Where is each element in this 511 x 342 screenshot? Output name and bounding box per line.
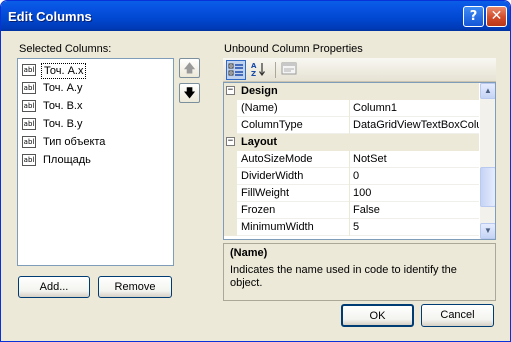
column-list-item[interactable]: abl Точ. А.x xyxy=(21,62,171,79)
column-name: Точ. А.y xyxy=(43,82,83,94)
property-row[interactable]: DividerWidth 0 xyxy=(224,168,479,185)
edit-columns-dialog: Edit Columns ? ✕ Selected Columns: abl То… xyxy=(0,0,511,342)
row-margin xyxy=(224,219,237,236)
scroll-thumb[interactable] xyxy=(480,167,495,207)
collapse-icon[interactable]: − xyxy=(226,137,235,146)
row-margin xyxy=(224,117,237,134)
column-name: Точ. В.y xyxy=(43,118,83,130)
property-row[interactable]: ColumnTypeDataGridViewTextBoxColumn xyxy=(224,117,479,134)
remove-button-label: Remove xyxy=(114,281,156,293)
dialog-content: Selected Columns: abl Точ. А.x abl Точ. А.y… xyxy=(1,31,510,341)
property-row[interactable]: MinimumWidth 5 xyxy=(224,219,479,236)
property-value[interactable]: False xyxy=(351,202,479,219)
row-margin xyxy=(224,202,237,219)
property-row[interactable]: (Name) Column1 xyxy=(224,100,479,117)
column-name: Площадь xyxy=(43,154,91,166)
property-value[interactable]: 100 xyxy=(351,185,479,202)
category-layout[interactable]: − Layout xyxy=(224,134,479,151)
row-margin xyxy=(224,100,237,117)
category-name: Layout xyxy=(241,136,278,148)
help-title: (Name) xyxy=(230,247,268,259)
property-name: ColumnType xyxy=(238,117,350,134)
alphabetical-button[interactable]: A Z xyxy=(248,60,268,80)
textbox-column-icon: abl xyxy=(22,82,36,94)
help-button[interactable]: ? xyxy=(463,6,484,27)
row-margin xyxy=(224,168,237,185)
category-design[interactable]: − Design xyxy=(224,83,479,100)
scroll-down-button[interactable]: ▼ xyxy=(480,223,495,239)
property-value[interactable]: Column1 xyxy=(351,100,479,117)
textbox-column-icon: abl xyxy=(22,154,36,166)
close-icon: ✕ xyxy=(490,8,503,24)
column-list-item[interactable]: abl Точ. В.y xyxy=(21,116,171,133)
svg-text:Z: Z xyxy=(251,70,256,77)
property-name: DividerWidth xyxy=(238,168,350,185)
scroll-up-button[interactable]: ▲ xyxy=(480,83,495,99)
add-button-label: Add... xyxy=(39,281,69,293)
arrow-down-icon: 🡇 xyxy=(183,86,196,100)
property-row[interactable]: Frozen False xyxy=(224,202,479,219)
selected-columns-label: Selected Columns: xyxy=(19,43,112,55)
textbox-column-icon: abl xyxy=(22,118,36,130)
property-grid-scrollbar[interactable]: ▲ ▼ xyxy=(480,83,495,239)
property-name: FillWeight xyxy=(238,185,350,202)
property-pages-button[interactable] xyxy=(279,60,299,80)
ok-button-label: OK xyxy=(369,310,386,322)
add-button[interactable]: Add... xyxy=(18,276,90,298)
move-down-button[interactable]: 🡇 xyxy=(179,83,200,103)
property-value[interactable]: 0 xyxy=(351,168,479,185)
remove-button[interactable]: Remove xyxy=(98,276,172,298)
categorized-button[interactable] xyxy=(226,60,246,80)
toolbar-separator xyxy=(275,62,276,78)
arrow-up-icon: 🡅 xyxy=(183,61,196,75)
close-button[interactable]: ✕ xyxy=(486,6,507,27)
svg-text:A: A xyxy=(251,62,257,70)
collapse-icon[interactable]: − xyxy=(226,86,235,95)
scroll-down-icon: ▼ xyxy=(484,226,492,235)
textbox-column-icon: abl xyxy=(22,64,36,76)
window-title: Edit Columns xyxy=(8,9,92,24)
column-list-item[interactable]: abl Точ. В.x xyxy=(21,98,171,115)
property-name: MinimumWidth xyxy=(238,219,350,236)
property-grid[interactable]: ▲ ▼ − Design (Name) Column1 ColumnType DataGr… xyxy=(223,82,496,240)
property-value[interactable]: 5 xyxy=(351,219,479,236)
property-name: Frozen xyxy=(238,202,350,219)
property-grid-toolbar: A Z xyxy=(223,58,496,82)
title-bar[interactable]: Edit Columns ? ✕ xyxy=(1,1,510,31)
property-row[interactable]: FillWeight 100 xyxy=(224,185,479,202)
alphabetical-icon: A Z xyxy=(251,62,265,78)
properties-label: Unbound Column Properties xyxy=(224,43,363,55)
category-name: Design xyxy=(241,85,278,97)
column-list-item[interactable]: abl Тип объекта xyxy=(21,134,171,151)
cancel-button-label: Cancel xyxy=(440,309,475,321)
property-value[interactable]: NotSet xyxy=(351,151,479,168)
property-help-panel: (Name) Indicates the name used in code t… xyxy=(223,243,496,301)
categorized-icon xyxy=(228,63,243,76)
selected-columns-list[interactable]: abl Точ. А.x abl Точ. А.y abl Точ. В.x abl Точ.… xyxy=(17,58,174,266)
property-row[interactable]: AutoSizeMode NotSet xyxy=(224,151,479,168)
row-margin xyxy=(224,151,237,168)
cancel-button[interactable]: Cancel xyxy=(421,304,494,327)
row-margin xyxy=(224,185,237,202)
help-description: Indicates the name used in code to ident… xyxy=(230,264,457,289)
property-pages-icon xyxy=(281,62,297,75)
column-name: Тип объекта xyxy=(43,136,106,148)
property-value[interactable]: DataGridViewTextBoxColumn xyxy=(351,117,479,134)
property-name: (Name) xyxy=(238,100,350,117)
scroll-up-icon: ▲ xyxy=(484,86,492,95)
column-list-item[interactable]: abl Точ. А.y xyxy=(21,80,171,97)
column-name: Точ. А.x xyxy=(41,63,87,79)
property-name: AutoSizeMode xyxy=(238,151,350,168)
column-name: Точ. В.x xyxy=(43,100,83,112)
textbox-column-icon: abl xyxy=(22,136,36,148)
move-up-button[interactable]: 🡅 xyxy=(179,58,200,78)
help-icon: ? xyxy=(469,9,478,24)
column-list-item[interactable]: abl Площадь xyxy=(21,152,171,169)
ok-button[interactable]: OK xyxy=(341,304,414,327)
textbox-column-icon: abl xyxy=(22,100,36,112)
